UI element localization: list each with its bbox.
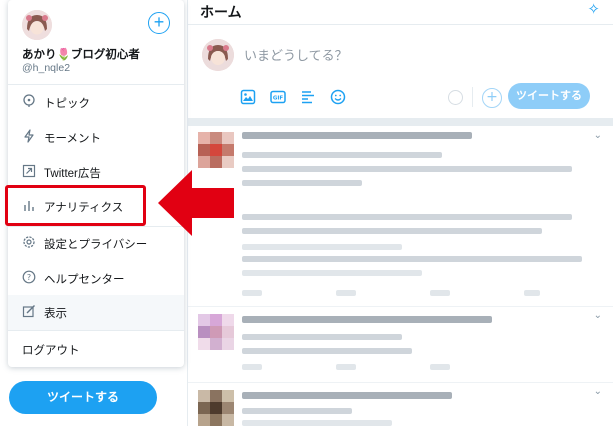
svg-text:GIF: GIF <box>273 96 284 102</box>
poll-icon[interactable] <box>300 89 318 107</box>
display-name: あかり🌷ブログ初心者 <box>22 49 140 61</box>
tweet-item[interactable]: ⌄ <box>188 126 613 307</box>
menu-item-help-center[interactable]: ? ヘルプセンター <box>8 261 184 296</box>
avatar[interactable] <box>22 10 52 40</box>
profile-header[interactable]: + あかり🌷ブログ初心者 @h_nqle2 <box>8 0 184 85</box>
sparkle-icon[interactable]: ✧ <box>587 0 600 18</box>
ads-icon <box>22 164 36 178</box>
display-icon <box>22 304 36 318</box>
analytics-highlight-box <box>5 185 146 226</box>
menu-item-moments[interactable]: モーメント <box>8 120 184 155</box>
topic-icon <box>22 94 36 108</box>
menu-item-logout[interactable]: ログアウト <box>8 332 184 367</box>
chevron-down-icon[interactable]: ⌄ <box>594 310 602 321</box>
tweet-button[interactable]: ツイートする <box>9 381 157 414</box>
character-counter-ring <box>448 90 463 105</box>
divider <box>472 87 473 107</box>
menu-item-topics[interactable]: トピック <box>8 85 184 120</box>
svg-text:?: ? <box>27 273 31 282</box>
page-title: ホーム <box>200 5 242 21</box>
composer-toolbar: GIF <box>240 89 348 107</box>
help-icon: ? <box>22 270 36 284</box>
image-icon[interactable] <box>240 89 258 107</box>
emoji-icon[interactable] <box>330 89 348 107</box>
avatar <box>198 132 234 168</box>
home-header: ホーム ✧ <box>188 0 613 24</box>
avatar <box>202 39 234 71</box>
lightning-icon <box>22 129 36 143</box>
tweet-composer: いまどうしてる？ GIF + ツイートする <box>188 24 613 119</box>
add-thread-button[interactable]: + <box>482 88 502 108</box>
chevron-down-icon[interactable]: ⌄ <box>594 130 602 141</box>
avatar <box>198 390 234 426</box>
tweet-submit-button[interactable]: ツイートする <box>508 83 590 109</box>
add-account-button[interactable]: + <box>148 12 170 34</box>
tweet-input[interactable]: いまどうしてる？ <box>244 45 348 64</box>
avatar <box>198 314 234 350</box>
red-arrow-pointer <box>158 170 234 236</box>
chevron-down-icon[interactable]: ⌄ <box>594 386 602 397</box>
gif-icon[interactable]: GIF <box>270 89 288 107</box>
home-timeline: ホーム ✧ いまどうしてる？ GIF + ツイートする ⌄ ⌄ ⌄ <box>187 0 613 426</box>
gear-icon <box>22 235 36 249</box>
tweet-item[interactable]: ⌄ <box>188 306 613 383</box>
menu-divider <box>8 330 184 331</box>
user-handle: @h_nqle2 <box>22 62 71 74</box>
menu-item-display[interactable]: 表示 <box>8 295 184 330</box>
timeline-divider <box>188 118 613 126</box>
tweet-item[interactable]: ⌄ <box>188 382 613 426</box>
